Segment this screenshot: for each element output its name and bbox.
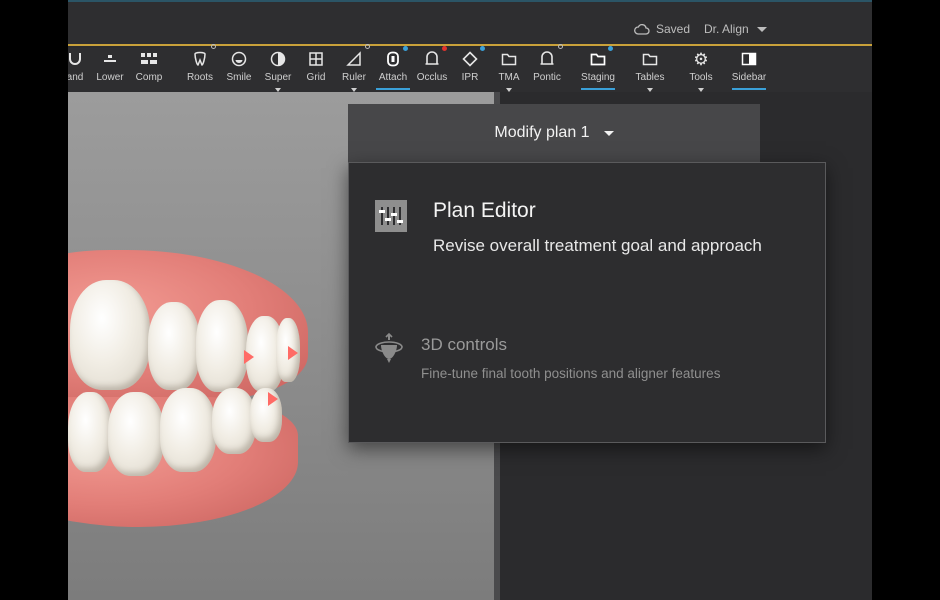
tool-label: IPR: [461, 72, 479, 83]
plan-title: Modify plan 1: [494, 124, 590, 141]
tool-sidebar[interactable]: Sidebar: [726, 50, 772, 90]
folder-icon: [500, 50, 518, 68]
gear-icon: ⚙: [693, 49, 709, 69]
active-underline: [732, 88, 766, 90]
app-window: Saved Dr. Align and Lower Comp Roots Smi…: [68, 0, 872, 600]
pontic-icon: [538, 44, 563, 68]
option-description: Fine-tune final tooth positions and alig…: [421, 366, 721, 381]
active-underline: [376, 88, 410, 90]
tool-label: TMA: [498, 72, 520, 83]
tool-label: Lower: [96, 72, 124, 83]
cloud-icon: [634, 23, 650, 35]
tool-label: Roots: [186, 72, 214, 83]
lower-incisor: [68, 392, 112, 472]
saved-label: Saved: [656, 22, 691, 36]
modify-plan-dropdown[interactable]: Modify plan 1: [348, 104, 760, 162]
user-menu[interactable]: Dr. Align: [704, 22, 767, 36]
3d-controls-icon: [375, 333, 403, 363]
top-header: Saved Dr. Align: [68, 0, 872, 46]
menu-option-plan-editor[interactable]: Plan Editor Revise overall treatment goa…: [349, 163, 825, 293]
smile-icon: [230, 50, 248, 68]
menu-option-3d-controls[interactable]: 3D controls Fine-tune final tooth positi…: [349, 313, 825, 433]
header-accent-line: [68, 0, 872, 2]
upper-incisor: [70, 280, 150, 390]
tool-label: Smile: [226, 72, 252, 83]
plan-menu: Plan Editor Revise overall treatment goa…: [348, 162, 826, 443]
tool-label: Comp: [135, 72, 163, 83]
tool-label: Ruler: [342, 72, 366, 83]
active-underline: [581, 88, 615, 90]
tool-label: and: [68, 72, 84, 83]
lower-canine: [160, 388, 216, 472]
tool-label: Tables: [635, 72, 665, 83]
tables-folder-icon: [641, 50, 659, 68]
tool-label: Attach: [378, 72, 408, 83]
toolbar: and Lower Comp Roots Smile Super Grid Ru…: [68, 44, 872, 92]
tool-staging[interactable]: Staging: [575, 46, 621, 90]
tool-label: Staging: [581, 72, 615, 83]
ipr-icon: [461, 46, 485, 68]
attachment-icon: [384, 46, 408, 68]
tool-label: Pontic: [533, 72, 561, 83]
tool-tools[interactable]: ⚙ Tools: [678, 49, 724, 92]
occlusion-icon: [423, 46, 447, 68]
saved-status: Saved: [634, 22, 690, 36]
tool-label: Sidebar: [731, 72, 767, 83]
tool-label: Occlus: [416, 72, 448, 83]
superimpose-icon: [269, 50, 287, 68]
option-title: Plan Editor: [433, 199, 536, 222]
chevron-down-icon: [756, 26, 767, 32]
tool-label: Grid: [306, 72, 326, 83]
staging-folder-icon: [589, 46, 613, 68]
tool-tables[interactable]: Tables: [627, 50, 673, 92]
compare-icon: [140, 50, 158, 68]
upper-lateral-incisor: [148, 302, 200, 390]
option-title: 3D controls: [421, 335, 507, 354]
right-letterbox: [872, 0, 940, 600]
option-description: Revise overall treatment goal and approa…: [433, 236, 762, 255]
chevron-down-icon: [603, 130, 614, 136]
ruler-icon: [345, 44, 370, 68]
left-letterbox: [0, 0, 68, 600]
lower-jaw-icon: [101, 50, 119, 68]
tooth-roots-icon: [191, 44, 216, 68]
tool-label: Tools: [689, 72, 713, 83]
tool-label: Super: [264, 72, 292, 83]
plan-editor-icon: [375, 200, 407, 232]
tool-comp[interactable]: Comp: [126, 50, 172, 83]
sidebar-icon: [740, 50, 758, 68]
user-name: Dr. Align: [704, 22, 749, 36]
lower-premolar: [250, 388, 282, 442]
arch-icon: [68, 50, 84, 68]
tool-pontic[interactable]: Pontic: [524, 44, 570, 83]
upper-canine: [196, 300, 248, 392]
grid-icon: [307, 50, 325, 68]
lower-incisor: [108, 392, 164, 476]
